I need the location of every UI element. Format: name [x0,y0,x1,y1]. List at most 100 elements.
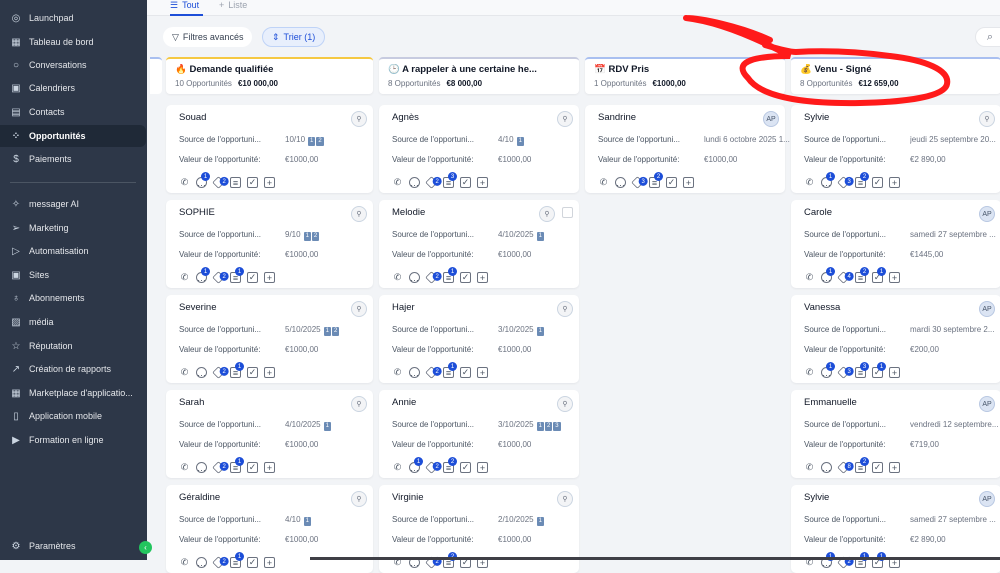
chat-icon[interactable]: … [409,367,420,378]
calendar-add-icon[interactable]: + [889,177,900,188]
sidebar-item-abonnements[interactable]: ♁ Abonnements [0,287,146,309]
tag-icon[interactable]: 3 [837,176,854,189]
note-icon[interactable]: ≡2 [855,457,869,473]
advanced-filters-button[interactable]: ▽ Filtres avancés [163,27,253,47]
opportunity-card[interactable]: Hajer ⚲ Source de l'opportuni... 3/10/2025 1… [379,295,579,383]
sidebar-item-formation-en-ligne[interactable]: ▶ Formation en ligne [0,429,146,451]
opportunity-card[interactable]: Sarah ⚲ Source de l'opportuni... 4/10/2025 1… [166,390,373,478]
assign-user-icon[interactable]: ⚲ [557,396,573,412]
note-icon[interactable]: ≡2 [649,172,663,188]
task-icon[interactable]: ✓ [247,462,258,473]
phone-icon[interactable]: ✆ [804,462,815,473]
calendar-add-icon[interactable]: + [477,462,488,473]
note-icon[interactable]: ≡1 [443,362,457,378]
sidebar-item-tableau-de-bord[interactable]: ▦ Tableau de bord [0,31,146,53]
opportunity-card[interactable]: Souad ⚲ Source de l'opportuni... 10/10 1 2 Val… [166,105,373,193]
assign-user-icon[interactable]: ⚲ [557,301,573,317]
assign-user-icon[interactable]: ⚲ [979,111,995,127]
note-icon[interactable]: ≡2 [855,267,869,283]
task-icon[interactable]: ✓ [460,367,471,378]
tag-icon[interactable]: 2 [425,461,442,474]
task-icon[interactable]: ✓ [872,462,883,473]
task-icon[interactable]: ✓ [247,367,258,378]
sidebar-item-parametres[interactable]: ⚙ Paramètres [0,535,146,557]
sidebar-item-conversations[interactable]: ○ Conversations [0,54,146,76]
opportunity-card[interactable]: Annie ⚲ Source de l'opportuni... 3/10/2025 1… [379,390,579,478]
sidebar-item-launchpad[interactable]: ◎ Launchpad [0,7,146,29]
assign-user-icon[interactable]: ⚲ [351,301,367,317]
task-icon[interactable]: ✓ [247,557,258,568]
assign-user-icon[interactable]: ⚲ [557,111,573,127]
calendar-add-icon[interactable]: + [889,272,900,283]
chat-icon[interactable]: …1 [821,362,835,378]
chat-icon[interactable]: …1 [196,267,210,283]
phone-icon[interactable]: ✆ [804,177,815,188]
calendar-add-icon[interactable]: + [264,557,275,568]
sort-button[interactable]: ⇕ Trier (1) [262,27,326,47]
tab-tout[interactable]: ☰ Tout [170,0,204,16]
assignee-avatar[interactable]: AP [979,396,995,412]
chat-icon[interactable]: …1 [821,172,835,188]
assign-user-icon[interactable]: ⚲ [351,491,367,507]
tag-icon[interactable]: 4 [837,271,854,284]
sidebar-item-messager-ai[interactable]: ✧ messager AI [0,193,146,215]
calendar-add-icon[interactable]: + [477,367,488,378]
assignee-avatar[interactable]: AP [979,301,995,317]
note-icon[interactable]: ≡2 [855,172,869,188]
tab-liste[interactable]: + Liste [219,0,247,10]
assign-user-icon[interactable]: ⚲ [539,206,555,222]
note-icon[interactable]: ≡ 3 [855,362,869,378]
assignee-avatar[interactable]: AP [979,206,995,222]
task-icon[interactable]: ✓ [460,462,471,473]
search-button[interactable]: ⌕ [975,27,1000,47]
note-icon[interactable]: ≡1 [230,362,244,378]
calendar-add-icon[interactable]: + [889,462,900,473]
calendar-add-icon[interactable]: + [264,272,275,283]
task-icon[interactable]: ✓1 [872,267,886,283]
phone-icon[interactable]: ✆ [179,177,190,188]
calendar-add-icon[interactable]: + [889,367,900,378]
tag-icon[interactable]: 2 [212,271,229,284]
assign-user-icon[interactable]: ⚲ [351,206,367,222]
calendar-add-icon[interactable]: + [264,462,275,473]
sidebar-item-contacts[interactable]: ▤ Contacts [0,101,146,123]
opportunity-card[interactable]: Sandrine AP Source de l'opportuni... lundi … [585,105,790,193]
phone-icon[interactable]: ✆ [392,177,403,188]
sidebar-item-calendriers[interactable]: ▣ Calendriers [0,77,146,99]
chat-icon[interactable]: … [196,557,207,568]
task-icon[interactable]: ✓ [460,177,471,188]
task-icon[interactable]: ✓ [666,177,677,188]
task-icon[interactable]: ✓1 [872,362,886,378]
tag-icon[interactable]: 2 [425,176,442,189]
calendar-add-icon[interactable]: + [264,177,275,188]
tag-icon[interactable]: 2 [212,176,229,189]
sidebar-item-marketplace-d-applicatio-[interactable]: ▦ Marketplace d'applicatio... [0,382,146,404]
sidebar-item-création-de-rapports[interactable]: ↗ Création de rapports [0,358,146,380]
task-icon[interactable]: ✓ [247,177,258,188]
tag-icon[interactable]: 3 [631,176,648,189]
assignee-avatar[interactable]: AP [763,111,779,127]
note-icon[interactable]: ≡1 [230,552,244,568]
phone-icon[interactable]: ✆ [392,367,403,378]
sidebar-item-automatisation[interactable]: ▷ Automatisation [0,240,146,262]
assign-user-icon[interactable]: ⚲ [351,396,367,412]
chat-icon[interactable]: … [615,177,626,188]
phone-icon[interactable]: ✆ [804,367,815,378]
sidebar-item-média[interactable]: ▨ média [0,311,146,333]
assign-user-icon[interactable]: ⚲ [557,491,573,507]
phone-icon[interactable]: ✆ [392,462,403,473]
phone-icon[interactable]: ✆ [598,177,609,188]
phone-icon[interactable]: ✆ [179,557,190,568]
calendar-add-icon[interactable]: + [477,177,488,188]
phone-icon[interactable]: ✆ [179,272,190,283]
sidebar-item-réputation[interactable]: ☆ Réputation [0,335,146,357]
note-icon[interactable]: ≡1 [443,267,457,283]
chat-icon[interactable]: …1 [409,457,423,473]
assign-user-icon[interactable]: ⚲ [351,111,367,127]
chat-icon[interactable]: … [409,177,420,188]
note-icon[interactable]: ≡1 [230,457,244,473]
phone-icon[interactable]: ✆ [804,272,815,283]
calendar-add-icon[interactable]: + [477,272,488,283]
assignee-avatar[interactable]: AP [979,491,995,507]
calendar-add-icon[interactable]: + [264,367,275,378]
